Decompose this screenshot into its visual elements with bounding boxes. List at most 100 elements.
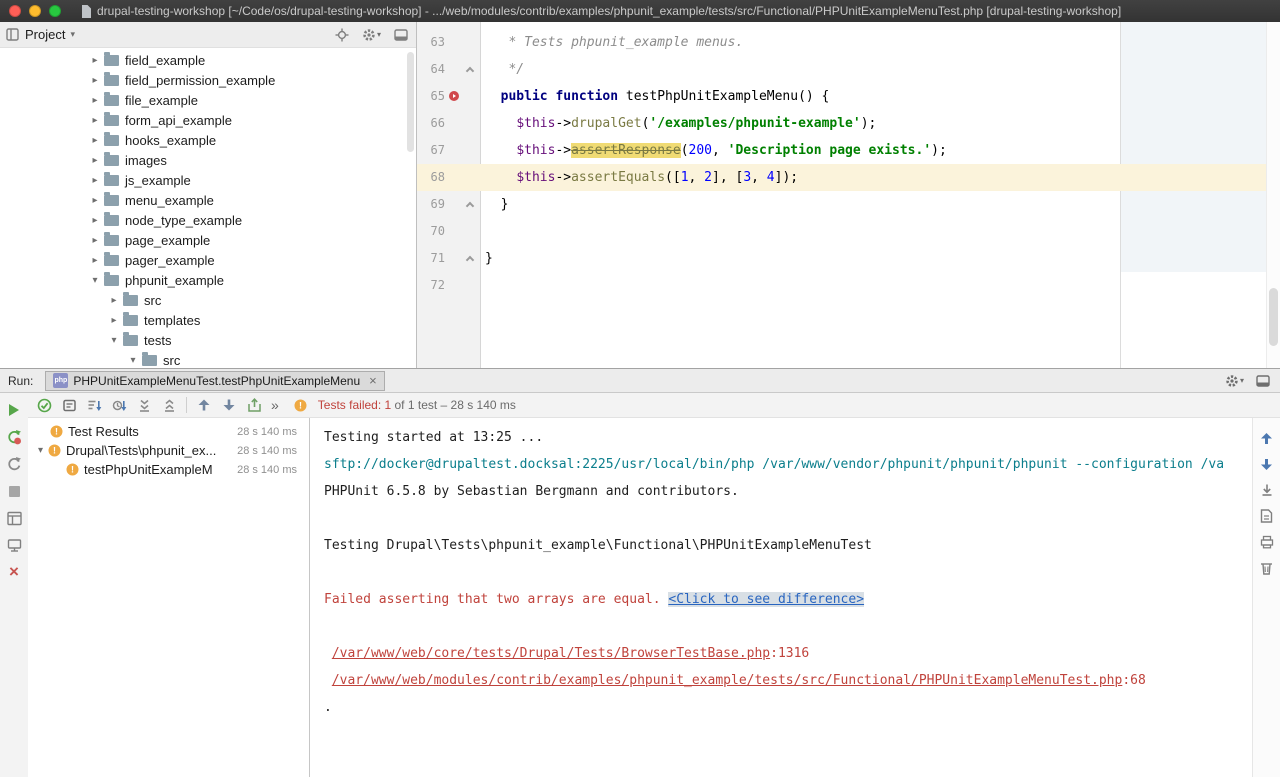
tree-item-tests[interactable]: tests xyxy=(0,330,416,350)
hide-panel-icon[interactable] xyxy=(394,28,408,42)
code-text[interactable] xyxy=(481,218,1280,245)
code-text[interactable]: $this->assertEquals([1, 2], [3, 4]); xyxy=(481,164,1280,191)
tree-item-pager_example[interactable]: pager_example xyxy=(0,250,416,270)
line-number[interactable]: 68 xyxy=(417,164,445,191)
code-line-67[interactable]: 67 $this->assertResponse(200, 'Descripti… xyxy=(417,137,1280,164)
gear-icon[interactable]: ▾ xyxy=(1225,374,1244,388)
code-line-70[interactable]: 70 xyxy=(417,218,1280,245)
chevron-right-icon[interactable] xyxy=(88,135,102,146)
export-test-results-button[interactable] xyxy=(246,397,262,413)
minimize-window-button[interactable] xyxy=(29,5,41,17)
chevron-right-icon[interactable] xyxy=(88,235,102,246)
close-tab-icon[interactable]: × xyxy=(369,373,377,388)
scroll-to-end-button[interactable] xyxy=(1259,482,1275,498)
restore-layout-button[interactable] xyxy=(6,510,22,526)
test-node-label[interactable]: Drupal\Tests\phpunit_ex... xyxy=(66,443,216,458)
line-number[interactable]: 64 xyxy=(417,56,445,83)
tree-item-field_example[interactable]: field_example xyxy=(0,50,416,70)
chevron-down-icon[interactable] xyxy=(88,275,102,286)
expand-all-button[interactable] xyxy=(136,397,152,413)
chevron-down-icon[interactable] xyxy=(33,445,48,456)
line-number[interactable]: 71 xyxy=(417,245,445,272)
chevron-right-icon[interactable] xyxy=(88,115,102,126)
code-text[interactable]: } xyxy=(481,245,1280,272)
tree-item-file_example[interactable]: file_example xyxy=(0,90,416,110)
previous-failed-test-button[interactable] xyxy=(196,397,212,413)
test-results-class[interactable]: ! Drupal\Tests\phpunit_ex... 28 s 140 ms xyxy=(28,441,309,460)
chevron-right-icon[interactable] xyxy=(107,295,121,306)
code-text[interactable]: $this->drupalGet('/examples/phpunit-exam… xyxy=(481,110,1280,137)
chevron-right-icon[interactable] xyxy=(88,215,102,226)
code-line-66[interactable]: 66 $this->drupalGet('/examples/phpunit-e… xyxy=(417,110,1280,137)
code-line-69[interactable]: 69 } xyxy=(417,191,1280,218)
rerun-failed-tests-button[interactable] xyxy=(6,429,22,445)
fold-icon[interactable] xyxy=(466,256,474,264)
console-output[interactable]: Testing started at 13:25 ...sftp://docke… xyxy=(310,418,1252,777)
line-number[interactable]: 67 xyxy=(417,137,445,164)
line-number[interactable]: 69 xyxy=(417,191,445,218)
hide-panel-icon[interactable] xyxy=(1256,374,1270,388)
fold-icon[interactable] xyxy=(466,202,474,210)
sort-alphabetically-button[interactable] xyxy=(86,397,102,413)
tree-item-node_type_example[interactable]: node_type_example xyxy=(0,210,416,230)
code-line-65[interactable]: 65 public function testPhpUnitExampleMen… xyxy=(417,83,1280,110)
tree-item-menu_example[interactable]: menu_example xyxy=(0,190,416,210)
gear-icon[interactable]: ▾ xyxy=(362,28,381,42)
open-results-icon[interactable] xyxy=(1259,508,1275,524)
chevron-down-icon[interactable] xyxy=(126,355,140,366)
editor-scrollbar[interactable] xyxy=(1266,22,1280,368)
code-line-72[interactable]: 72 xyxy=(417,272,1280,299)
line-number[interactable]: 66 xyxy=(417,110,445,137)
sort-by-duration-button[interactable] xyxy=(111,397,127,413)
tree-item-phpunit_example[interactable]: phpunit_example xyxy=(0,270,416,290)
code-text[interactable]: * Tests phpunit_example menus. xyxy=(481,29,1280,56)
stack-trace-link[interactable]: /var/www/web/core/tests/Drupal/Tests/Bro… xyxy=(332,646,770,661)
test-node-label[interactable]: testPhpUnitExampleM xyxy=(84,462,213,477)
project-scrollbar[interactable] xyxy=(407,52,414,152)
stack-trace-link[interactable]: /var/www/web/modules/contrib/examples/ph… xyxy=(332,673,1123,688)
chevron-right-icon[interactable] xyxy=(88,75,102,86)
chevron-down-icon[interactable] xyxy=(107,335,121,346)
fold-icon[interactable] xyxy=(466,67,474,75)
chevron-down-icon[interactable]: ▾ xyxy=(70,29,75,40)
print-button[interactable] xyxy=(1259,534,1275,550)
close-button[interactable]: × xyxy=(6,564,22,580)
line-number[interactable]: 65 xyxy=(417,83,445,110)
code-text[interactable] xyxy=(481,272,1280,299)
scrollbar-thumb[interactable] xyxy=(1269,288,1278,346)
chevron-right-icon[interactable] xyxy=(107,315,121,326)
tree-item-js_example[interactable]: js_example xyxy=(0,170,416,190)
line-number[interactable]: 70 xyxy=(417,218,445,245)
line-number[interactable]: 72 xyxy=(417,272,445,299)
chevron-right-icon[interactable] xyxy=(88,155,102,166)
locate-file-icon[interactable] xyxy=(335,28,349,42)
code-text[interactable]: $this->assertResponse(200, 'Description … xyxy=(481,137,1280,164)
tree-item-templates[interactable]: templates xyxy=(0,310,416,330)
editor[interactable]: 63 * Tests phpunit_example menus.64 */65… xyxy=(417,22,1280,368)
chevron-right-icon[interactable] xyxy=(88,175,102,186)
code-line-68[interactable]: 68 $this->assertEquals([1, 2], [3, 4]); xyxy=(417,164,1280,191)
chevron-right-icon[interactable] xyxy=(88,95,102,106)
clear-all-button[interactable] xyxy=(1259,560,1275,576)
code-line-63[interactable]: 63 * Tests phpunit_example menus. xyxy=(417,29,1280,56)
more-actions-icon[interactable]: » xyxy=(271,398,279,412)
chevron-right-icon[interactable] xyxy=(88,255,102,266)
tree-item-field_permission_example[interactable]: field_permission_example xyxy=(0,70,416,90)
collapse-all-button[interactable] xyxy=(161,397,177,413)
toggle-auto-test-button[interactable] xyxy=(6,456,22,472)
tree-item-hooks_example[interactable]: hooks_example xyxy=(0,130,416,150)
pin-tab-button[interactable] xyxy=(6,537,22,553)
rerun-button[interactable] xyxy=(6,402,22,418)
test-results-root[interactable]: ! Test Results 28 s 140 ms xyxy=(28,422,309,441)
scroll-up-button[interactable] xyxy=(1259,430,1275,446)
code-text[interactable]: */ xyxy=(481,56,1280,83)
failed-test-gutter-icon[interactable] xyxy=(445,83,464,110)
test-node-label[interactable]: Test Results xyxy=(68,424,139,439)
chevron-right-icon[interactable] xyxy=(88,195,102,206)
code-line-71[interactable]: 71} xyxy=(417,245,1280,272)
scroll-down-button[interactable] xyxy=(1259,456,1275,472)
code-line-64[interactable]: 64 */ xyxy=(417,56,1280,83)
tree-item-src[interactable]: src xyxy=(0,290,416,310)
zoom-window-button[interactable] xyxy=(49,5,61,17)
project-panel-header[interactable]: Project ▾ ▾ xyxy=(0,22,416,48)
